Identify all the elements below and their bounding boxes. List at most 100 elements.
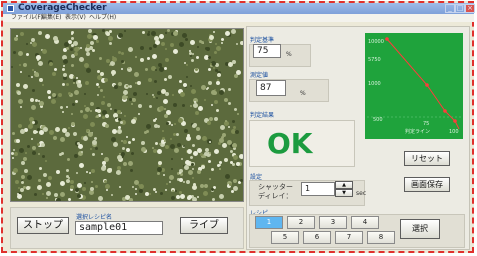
image-texture-dot <box>14 37 18 41</box>
image-texture-dot <box>63 59 68 64</box>
menu-bar: ファイル(F) 編集(E) 表示(V) ヘルプ(H) <box>3 14 474 22</box>
image-texture-dot <box>138 113 140 115</box>
image-texture-dot <box>118 82 122 86</box>
image-texture-dot <box>35 99 38 102</box>
image-texture-dot <box>79 163 84 168</box>
measured-value: 87 <box>256 80 286 96</box>
image-texture-dot <box>18 187 20 189</box>
image-texture-dot <box>20 188 24 192</box>
select-button[interactable]: 選択 <box>400 219 440 239</box>
recipe-6-button[interactable]: 6 <box>303 231 331 244</box>
save-screen-button[interactable]: 画面保存 <box>404 177 450 192</box>
image-texture-dot <box>117 129 122 134</box>
close-icon[interactable]: × <box>465 4 475 13</box>
stop-button[interactable]: ストップ <box>17 217 69 234</box>
image-texture-dot <box>191 163 194 166</box>
image-texture-dot <box>88 132 93 137</box>
recipe-1-button[interactable]: 1 <box>255 216 283 229</box>
image-texture-dot <box>68 127 70 129</box>
camera-image-view <box>10 28 244 202</box>
image-texture-dot <box>46 197 48 199</box>
image-texture-dot <box>104 78 108 82</box>
image-texture-dot <box>155 142 158 145</box>
menu-file[interactable]: ファイル(F) <box>11 14 43 22</box>
image-texture-dot <box>53 136 57 140</box>
image-texture-dot <box>101 166 106 171</box>
image-texture-dot <box>174 148 179 153</box>
image-texture-dot <box>19 64 21 66</box>
image-texture-dot <box>75 188 79 192</box>
reset-button[interactable]: リセット <box>404 151 450 166</box>
image-texture-dot <box>66 175 69 178</box>
image-texture-dot <box>68 198 71 201</box>
image-texture-dot <box>184 165 189 170</box>
image-texture-dot <box>135 193 137 195</box>
image-texture-dot <box>219 90 224 95</box>
image-texture-dot <box>60 192 65 197</box>
delay-value[interactable]: 1 <box>301 182 335 196</box>
criterion-value[interactable]: 75 <box>253 44 281 58</box>
image-texture-dot <box>99 57 102 60</box>
maximize-icon[interactable]: □ <box>455 4 465 13</box>
image-texture-dot <box>86 129 89 132</box>
graph-line <box>386 38 460 130</box>
image-texture-dot <box>43 127 48 132</box>
image-texture-dot <box>197 196 199 198</box>
delay-label: ディレイ： <box>258 192 293 200</box>
image-texture-dot <box>93 35 98 40</box>
image-texture-dot <box>74 154 78 158</box>
image-texture-dot <box>106 189 108 191</box>
image-texture-dot <box>20 106 22 108</box>
image-texture-dot <box>105 124 109 128</box>
recipe-3-button[interactable]: 3 <box>319 216 347 229</box>
image-texture-dot <box>167 29 170 32</box>
measured-label: 測定値 <box>250 72 269 79</box>
image-texture-dot <box>117 155 122 160</box>
image-texture-dot <box>34 193 37 196</box>
image-texture-dot <box>130 169 133 172</box>
image-texture-dot <box>112 57 117 62</box>
recipe-2-button[interactable]: 2 <box>287 216 315 229</box>
image-texture-dot <box>62 83 65 86</box>
image-texture-dot <box>16 83 20 87</box>
minimize-icon[interactable]: _ <box>445 4 455 13</box>
recipe-7-button[interactable]: 7 <box>335 231 363 244</box>
image-texture-dot <box>73 41 78 46</box>
recipe-8-button[interactable]: 8 <box>367 231 395 244</box>
image-texture-dot <box>36 55 41 60</box>
image-texture-dot <box>208 81 212 85</box>
criterion-label: 判定基準 <box>250 37 275 44</box>
image-texture-dot <box>132 186 134 188</box>
image-texture-dot <box>42 49 47 54</box>
menu-help[interactable]: ヘルプ(H) <box>89 14 116 22</box>
image-texture-dot <box>66 83 69 86</box>
image-texture-dot <box>172 190 174 192</box>
image-texture-dot <box>118 51 121 54</box>
image-texture-dot <box>66 169 69 172</box>
spin-up-icon[interactable]: ▲ <box>335 181 353 189</box>
image-texture-dot <box>197 170 201 174</box>
image-texture-dot <box>132 138 135 141</box>
graph-label: 判定ライン <box>405 128 430 135</box>
image-texture-dot <box>240 41 243 45</box>
image-texture-dot <box>194 101 196 103</box>
spin-down-icon[interactable]: ▼ <box>335 189 353 197</box>
menu-edit[interactable]: 編集(E) <box>41 14 61 22</box>
image-texture-dot <box>90 187 94 191</box>
image-texture-dot <box>31 138 33 140</box>
recipe-4-button[interactable]: 4 <box>351 216 379 229</box>
image-texture-dot <box>134 180 139 185</box>
image-texture-dot <box>126 96 128 98</box>
recipe-5-button[interactable]: 5 <box>271 231 299 244</box>
image-texture-dot <box>229 183 232 186</box>
image-texture-dot <box>101 101 105 105</box>
image-texture-dot <box>81 151 83 153</box>
menu-view[interactable]: 表示(V) <box>65 14 86 22</box>
live-button[interactable]: ライブ <box>180 217 228 234</box>
recipe-name-field[interactable]: sample01 <box>75 221 163 235</box>
image-texture-dot <box>100 89 103 92</box>
image-texture-dot <box>186 180 190 184</box>
image-texture-dot <box>131 152 134 155</box>
image-texture-dot <box>70 48 73 51</box>
image-texture-dot <box>217 164 220 167</box>
